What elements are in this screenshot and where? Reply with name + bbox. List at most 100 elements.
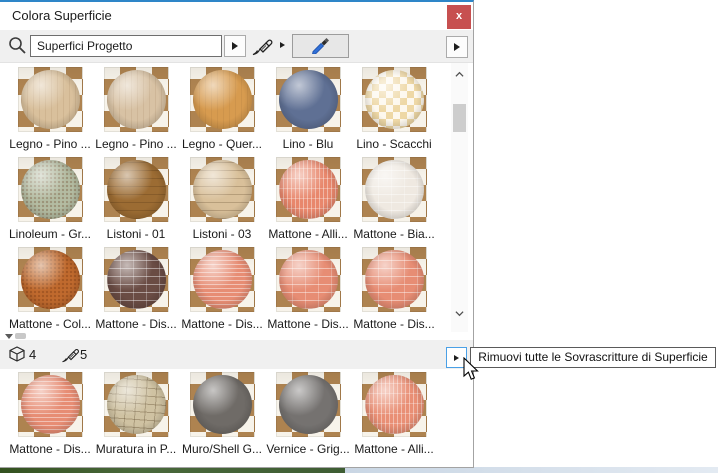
material-sphere [106, 375, 166, 434]
material-label: Listoni - 03 [192, 227, 252, 241]
material-sphere [192, 375, 252, 434]
material-sphere [278, 70, 338, 129]
material-label: Muratura in P... [95, 442, 177, 456]
title-bar[interactable]: Colora Superficie x [0, 2, 473, 30]
material-sphere [106, 70, 166, 129]
material-sphere [192, 70, 252, 129]
close-button[interactable]: x [447, 5, 471, 29]
material-thumbnail [17, 157, 83, 222]
material-tile[interactable]: Vernice - Grig... [265, 372, 351, 462]
paintbrush-icon [60, 344, 82, 370]
material-sphere [20, 160, 80, 219]
material-thumbnail [189, 157, 255, 222]
material-thumbnail [103, 247, 169, 312]
material-label: Mattone - Bia... [353, 227, 435, 241]
material-tile[interactable]: Linoleum - Gr... [7, 157, 93, 247]
material-thumbnail [361, 67, 427, 132]
material-tile[interactable]: Mattone - Alli... [351, 372, 437, 462]
model-surface-count: 4 [29, 347, 37, 362]
material-tile[interactable]: Legno - Quer... [179, 67, 265, 157]
material-tile[interactable]: Mattone - Bia... [351, 157, 437, 247]
search-input[interactable] [30, 35, 222, 57]
status-bar: 4 5 [0, 340, 473, 369]
eyedropper-icon [310, 34, 332, 59]
paint-mode-dropdown-icon[interactable] [280, 42, 285, 48]
material-sphere [20, 70, 80, 129]
material-tile[interactable]: Mattone - Dis... [351, 247, 437, 337]
material-thumbnail [17, 247, 83, 312]
material-sphere [106, 160, 166, 219]
catalog-scrollbar[interactable] [451, 63, 468, 333]
scrollbar-thumb[interactable] [453, 104, 466, 132]
dialog-title: Colora Superficie [12, 8, 112, 23]
override-count: 5 [80, 347, 88, 362]
material-tile[interactable]: Legno - Pino ... [7, 67, 93, 157]
material-label: Muro/Shell G... [181, 442, 263, 456]
material-thumbnail [17, 372, 83, 437]
material-label: Legno - Pino ... [95, 137, 177, 151]
material-thumbnail [189, 372, 255, 437]
arrow-right-icon [454, 354, 459, 361]
material-thumbnail [17, 67, 83, 132]
paintbrush-icon [250, 39, 276, 62]
material-tile[interactable]: Mattone - Alli... [265, 157, 351, 247]
material-tile[interactable]: Mattone - Dis... [265, 247, 351, 337]
material-label: Legno - Pino ... [9, 137, 91, 151]
colora-superficie-dialog: Colora Superficie x Superfici Progetto L… [0, 0, 474, 468]
material-tile[interactable]: Legno - Pino ... [93, 67, 179, 157]
material-sphere [20, 250, 80, 309]
material-sphere [192, 250, 252, 309]
material-sphere [364, 375, 424, 434]
material-thumbnail [361, 247, 427, 312]
material-thumbnail [275, 247, 341, 312]
material-label: Mattone - Dis... [9, 442, 91, 456]
splitter-grip[interactable] [15, 333, 26, 339]
material-label: Mattone - Dis... [267, 317, 349, 331]
material-thumbnail [361, 372, 427, 437]
override-material-grid: Mattone - Dis... Muratura in P... Muro/S… [0, 372, 473, 462]
eyedropper-button[interactable] [292, 34, 349, 58]
toolbar-panel-button[interactable] [446, 36, 468, 58]
collapse-arrow-icon [5, 334, 13, 339]
panel-splitter[interactable] [0, 332, 473, 340]
material-sphere [364, 160, 424, 219]
material-thumbnail [189, 247, 255, 312]
material-label: Vernice - Grig... [266, 442, 350, 456]
material-sphere [278, 160, 338, 219]
material-thumbnail [103, 67, 169, 132]
cube-icon [8, 345, 26, 369]
material-label: Legno - Quer... [181, 137, 263, 151]
material-thumbnail [275, 157, 341, 222]
material-label: Mattone - Dis... [181, 317, 263, 331]
material-tile[interactable]: Mattone - Dis... [93, 247, 179, 337]
scroll-down-button[interactable] [451, 306, 468, 321]
material-label: Mattone - Dis... [353, 317, 435, 331]
arrow-right-icon [232, 42, 238, 50]
chevron-down-icon [455, 311, 464, 317]
material-tile[interactable]: Mattone - Dis... [179, 247, 265, 337]
tooltip: Rimuovi tutte le Sovrascritture di Super… [470, 347, 716, 368]
material-label: Listoni - 01 [106, 227, 166, 241]
material-tile[interactable]: Mattone - Dis... [7, 372, 93, 462]
material-label: Mattone - Dis... [95, 317, 177, 331]
material-tile[interactable]: Listoni - 03 [179, 157, 265, 247]
material-tile[interactable]: Lino - Scacchi [351, 67, 437, 157]
material-tile[interactable]: Muro/Shell G... [179, 372, 265, 462]
scroll-up-button[interactable] [451, 67, 468, 82]
material-tile[interactable]: Lino - Blu [265, 67, 351, 157]
material-tile[interactable]: Listoni - 01 [93, 157, 179, 247]
material-thumbnail [189, 67, 255, 132]
material-catalog: Legno - Pino ... Legno - Pino ... Legno … [0, 62, 473, 333]
material-thumbnail [103, 372, 169, 437]
material-label: Mattone - Alli... [354, 442, 434, 456]
material-label: Lino - Scacchi [356, 137, 432, 151]
material-tile[interactable]: Muratura in P... [93, 372, 179, 462]
search-dropdown-button[interactable] [224, 35, 246, 57]
material-sphere [106, 250, 166, 309]
material-sphere [20, 375, 80, 434]
paint-mode-button[interactable] [250, 34, 276, 58]
material-label: Lino - Blu [282, 137, 334, 151]
material-thumbnail [103, 157, 169, 222]
material-tile[interactable]: Mattone - Col... [7, 247, 93, 337]
material-sphere [278, 375, 338, 434]
